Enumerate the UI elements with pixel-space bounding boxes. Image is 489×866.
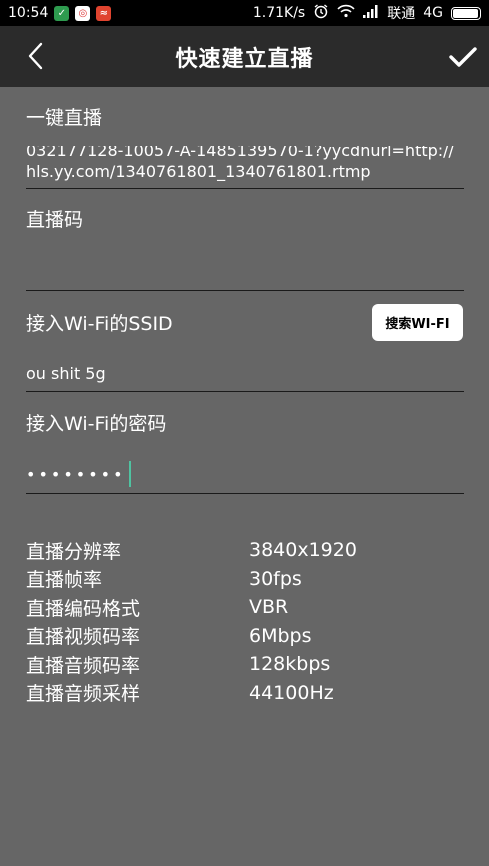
stream-code-input[interactable] [26,250,464,280]
spec-key: 直播音频采样 [26,683,141,706]
alarm-icon [313,3,329,23]
back-button[interactable] [20,40,50,72]
spec-row-resolution: 直播分辨率 3840x1920 [26,536,466,565]
confirm-button[interactable] [445,39,481,75]
battery-level [453,8,478,18]
wifi-password-label: 接入Wi-Fi的密码 [26,413,167,435]
chevron-left-icon [28,42,43,70]
status-bar: 10:54 ✓ ◎ ≈ 1.71K/s 联通 4G [0,0,489,26]
wifi-ssid-input[interactable]: ou shit 5g [26,363,464,384]
app-bar: 快速建立直播 [0,26,489,87]
net-speed: 1.71K/s [252,5,306,21]
wifi-ssid-label: 接入Wi-Fi的SSID [26,313,173,335]
shield-app-icon: ✓ [54,5,70,21]
stream-url-field[interactable]: 032177128-10057-A-1485139570-1?yycdnurl=… [26,146,464,188]
search-wifi-button[interactable]: 搜索WI-FI [372,304,463,341]
wifi-password-input[interactable]: •••••••• [26,460,131,488]
spec-row-audio-bitrate: 直播音频码率 128kbps [26,650,466,679]
carrier-name: 联通 [387,6,416,22]
stream-code-label: 直播码 [26,209,84,231]
spec-value: 6Mbps [249,624,312,647]
spec-key: 直播帧率 [26,569,103,592]
page-title: 快速建立直播 [175,46,314,72]
stream-url-underline [26,188,464,189]
network-type: 4G [423,5,443,21]
wifi-ssid-underline [26,391,464,392]
spec-value: 128kbps [249,653,331,676]
photo-app-icon: ◎ [75,5,91,21]
message-app-icon: ≈ [96,5,112,21]
spec-key: 直播编码格式 [26,597,141,620]
stream-url-value: 032177128-10057-A-1485139570-1?yycdnurl=… [26,146,454,181]
spec-value: 44100Hz [249,681,334,704]
wifi-icon [337,4,355,22]
stream-specs: 直播分辨率 3840x1920 直播帧率 30fps 直播编码格式 VBR 直播… [26,536,466,707]
wifi-password-underline [26,493,464,494]
checkmark-icon [449,47,477,67]
spec-value: VBR [249,596,289,619]
spec-row-audio-samplerate: 直播音频采样 44100Hz [26,679,466,708]
stream-code-underline [26,290,464,291]
spec-key: 直播分辨率 [26,540,122,563]
spec-row-video-bitrate: 直播视频码率 6Mbps [26,622,466,651]
one-click-live-label: 一键直播 [26,107,103,129]
wifi-password-value: •••••••• [26,464,126,484]
battery-icon [451,6,481,20]
spec-value: 3840x1920 [249,539,357,562]
spec-key: 直播视频码率 [26,626,141,649]
spec-key: 直播音频码率 [26,654,141,677]
spec-value: 30fps [249,567,302,590]
text-cursor [128,461,131,487]
spec-row-encoding: 直播编码格式 VBR [26,593,466,622]
signal-icon [363,4,379,22]
spec-row-framerate: 直播帧率 30fps [26,565,466,594]
clock: 10:54 [8,5,49,21]
